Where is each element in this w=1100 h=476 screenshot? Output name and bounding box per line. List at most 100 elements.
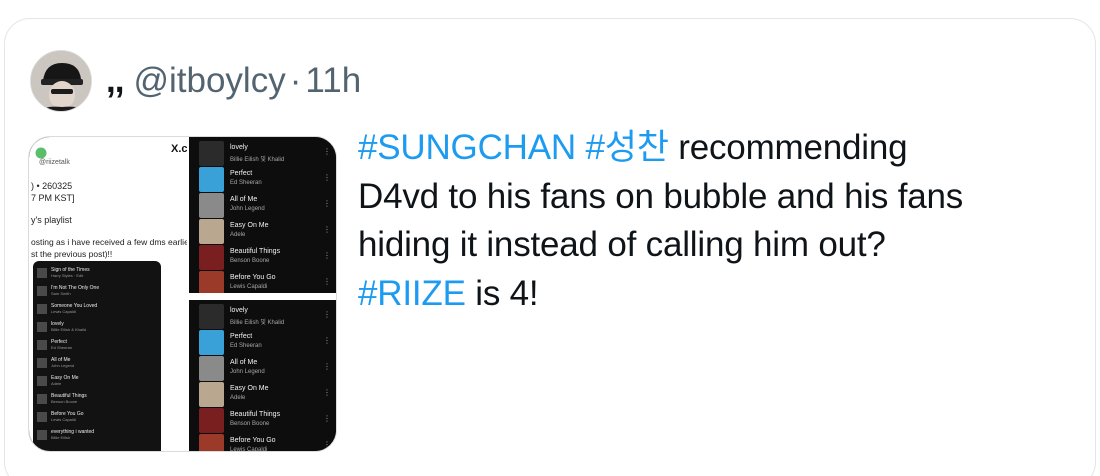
image-brand: X.co [171, 143, 187, 155]
more-options-icon: ⋮ [323, 225, 331, 234]
image-song-row: Before You Go Lewis Capaldi ⋮ [199, 434, 331, 452]
media-image-right-bottom[interactable]: lovely Billie Eilish 및 Khalid ⋮ Perfect Ed S… [189, 300, 336, 452]
image-song-row: lovely Billie Eilish 및 Khalid ⋮ [199, 141, 331, 169]
image-song-row: Perfect Ed Sheeran ⋮ [199, 167, 331, 195]
hashtag-link[interactable]: #성찬 [586, 128, 669, 167]
tweet-header: ,, @itboylcy · 11h [30, 48, 361, 114]
image-account: @riizetalk [39, 159, 70, 166]
more-options-icon: ⋮ [323, 251, 331, 260]
album-art-icon [199, 167, 224, 192]
more-options-icon: ⋮ [323, 362, 331, 371]
image-song-artist: Benson Boone [230, 421, 270, 427]
media-divider [189, 293, 336, 300]
album-art-icon [37, 394, 47, 404]
tweet-text-line: #RIIZE is 4! [358, 270, 1078, 319]
image-song-title: Before You Go [230, 437, 276, 444]
image-song-artist: Harry Styles · Edit [51, 273, 84, 278]
tweet-text-segment: D4vd to his fans on bubble and his fans [358, 176, 964, 216]
more-options-icon: ⋮ [323, 277, 331, 286]
album-art-icon [37, 376, 47, 386]
image-song-row: Beautiful Things Benson Boone ⋮ [199, 245, 331, 273]
image-song-artist: Adele [51, 381, 62, 386]
tweet-text-segment: hiding it instead of calling him out? [358, 225, 886, 264]
image-song-row: Easy On Me Adele ⋮ [199, 382, 331, 410]
image-song-artist: Lewis Capaldi [51, 309, 76, 314]
album-art-icon [37, 322, 47, 332]
album-art-icon [199, 330, 224, 355]
image-song-artist: John Legend [51, 363, 75, 368]
image-song-row: Perfect Ed Sheeran ⋮ [199, 330, 331, 358]
image-song-artist: Benson Boone [51, 399, 78, 404]
tweet-text-line: hiding it instead of calling him out? [358, 221, 1078, 270]
image-subtitle: y's playlist [31, 215, 72, 225]
image-song-artist: John Legend [230, 369, 265, 375]
album-art-icon [199, 408, 224, 433]
album-art-icon [37, 340, 47, 350]
image-song-artist: Ed Sheeran [230, 180, 262, 186]
album-art-icon [199, 271, 224, 293]
image-song-row: Beautiful Things Benson Boone ⋮ [199, 408, 331, 436]
hashtag-link[interactable]: #SUNGCHAN [358, 128, 576, 167]
image-song-artist: Adele [230, 232, 246, 238]
image-song-artist: Ed Sheeran [51, 345, 73, 350]
image-song-artist: Billie Eilish & Khalid [51, 327, 87, 332]
image-song-row: Before You Go Lewis Capaldi ⋮ [199, 271, 331, 293]
album-art-icon [199, 434, 224, 451]
image-time: 7 PM KST] [31, 193, 75, 203]
image-song-title: lovely [230, 307, 248, 314]
more-options-icon: ⋮ [323, 199, 331, 208]
more-options-icon: ⋮ [323, 310, 331, 319]
image-song-artist: Ed Sheeran [230, 343, 262, 349]
album-art-icon [199, 382, 224, 407]
media-image-right-top[interactable]: lovely Billie Eilish 및 Khalid ⋮ Perfect Ed S… [189, 137, 336, 293]
image-song-title: All of Me [230, 196, 258, 203]
image-song-title: Easy On Me [230, 385, 269, 392]
image-song-row: lovely Billie Eilish 및 Khalid ⋮ [199, 304, 331, 332]
avatar-photo-icon [31, 51, 91, 111]
image-song-artist: John Legend [230, 206, 265, 212]
album-art-icon [37, 268, 47, 278]
timestamp[interactable]: 11h [305, 61, 361, 101]
image-song-artist: Adele [230, 395, 246, 401]
more-options-icon: ⋮ [323, 173, 331, 182]
image-song-row: All of Me John Legend ⋮ [199, 356, 331, 384]
avatar[interactable] [30, 50, 92, 112]
album-art-icon [199, 245, 224, 270]
album-art-icon [199, 304, 224, 329]
image-song-row: Someone You Loved Lewis Capaldi [37, 303, 155, 317]
image-date: ) • 260325 [31, 181, 73, 191]
image-song-title: Before You Go [230, 274, 276, 281]
image-song-row: Easy On Me Adele [37, 375, 155, 389]
image-song-artist: Lewis Capaldi [51, 417, 76, 422]
album-art-icon [37, 358, 47, 368]
image-song-artist: Billie Eilish [51, 435, 71, 440]
album-art-icon [199, 193, 224, 218]
tweet-text-line: D4vd to his fans on bubble and his fans [358, 173, 1078, 222]
image-song-title: Easy On Me [230, 222, 269, 229]
author-handle[interactable]: @itboylcy [133, 61, 285, 101]
album-art-icon [37, 430, 47, 440]
image-song-artist: Sam Smith [51, 291, 71, 296]
image-song-row: everything i wanted Billie Eilish [37, 429, 155, 443]
display-name[interactable]: ,, [106, 61, 124, 101]
album-art-icon [37, 304, 47, 314]
image-song-artist: Billie Eilish 및 Khalid [230, 157, 285, 163]
image-song-title: Perfect [230, 333, 253, 340]
image-song-title: Beautiful Things [230, 411, 281, 418]
tweet-text-line: #SUNGCHAN #성찬 recommending [358, 124, 1078, 173]
media-attachment[interactable]: @riizetalk X.co ) • 260325 7 PM KST] y's… [28, 136, 337, 452]
hashtag-link[interactable]: #RIIZE [358, 274, 466, 313]
image-song-row: All of Me John Legend ⋮ [199, 193, 331, 221]
image-body-line-2: st the previous post)!! [31, 249, 113, 259]
more-options-icon: ⋮ [323, 147, 331, 156]
image-song-list: Sign of the Times Harry Styles · Edit I'm … [33, 261, 161, 451]
image-song-row: I'm Not The Only One Sam Smith [37, 285, 155, 299]
image-song-title: Beautiful Things [230, 248, 281, 255]
image-song-title: All of Me [230, 359, 258, 366]
media-image-left[interactable]: @riizetalk X.co ) • 260325 7 PM KST] y's… [29, 137, 187, 451]
image-song-row: Sign of the Times Harry Styles · Edit [37, 267, 155, 281]
image-song-artist: Lewis Capaldi [230, 447, 268, 452]
album-art-icon [37, 412, 47, 422]
image-song-row: Easy On Me Adele ⋮ [199, 219, 331, 247]
tweet-text-segment: is 4! [465, 273, 539, 313]
